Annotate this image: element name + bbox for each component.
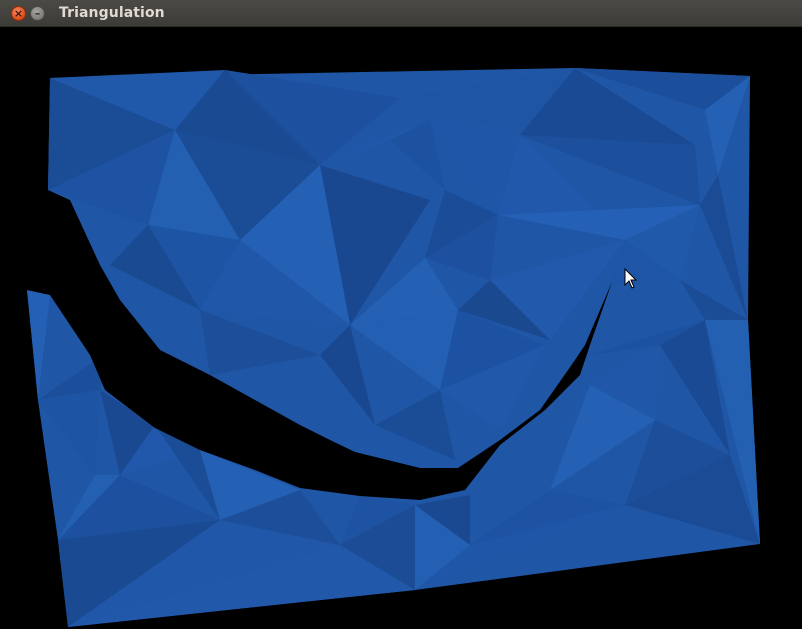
- render-canvas[interactable]: [0, 27, 802, 629]
- close-button[interactable]: ×: [11, 6, 26, 21]
- window-title: Triangulation: [59, 5, 165, 21]
- minimize-icon: –: [34, 7, 41, 20]
- triangulation-mesh: [0, 68, 760, 627]
- app-window: × – Triangulation: [0, 0, 802, 629]
- title-bar[interactable]: × – Triangulation: [0, 0, 802, 27]
- minimize-button[interactable]: –: [30, 6, 45, 21]
- close-icon: ×: [13, 7, 24, 20]
- arrow-cursor-icon: [624, 268, 638, 289]
